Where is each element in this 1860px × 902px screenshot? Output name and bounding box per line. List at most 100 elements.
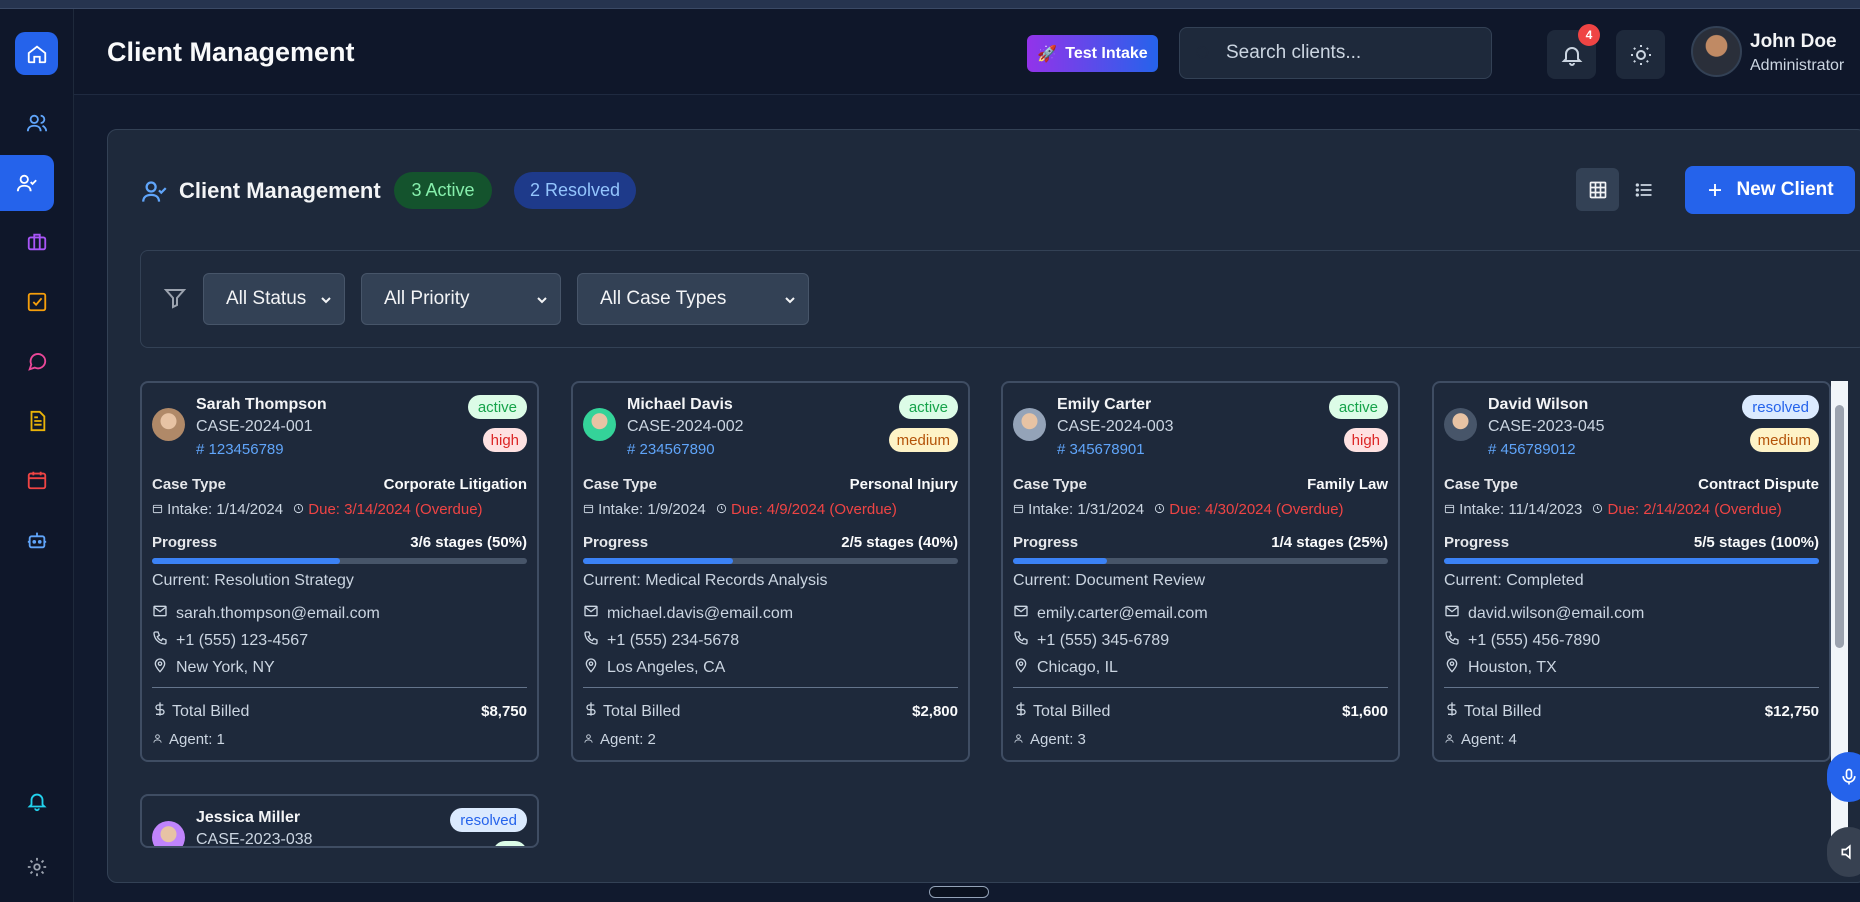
- total-billed-text: Total Billed: [1033, 702, 1111, 720]
- map-pin-icon: [1444, 657, 1460, 678]
- client-card[interactable]: Emily Carter CASE-2024-003 active # 3456789…: [1001, 381, 1400, 762]
- agent-row: Agent: 3: [1013, 731, 1086, 748]
- sidebar-item-tasks[interactable]: [0, 274, 74, 330]
- phone-row[interactable]: +1 (555) 456-7890: [1444, 630, 1600, 651]
- progress-bar: [583, 558, 958, 564]
- status-filter-select[interactable]: All Status: [203, 273, 345, 325]
- audio-button[interactable]: [1827, 827, 1860, 877]
- client-name[interactable]: Michael Davis: [627, 396, 733, 414]
- agent-value: Agent: 4: [1461, 731, 1517, 748]
- active-count-badge: 3 Active: [394, 172, 492, 209]
- theme-toggle-button[interactable]: [1616, 30, 1665, 79]
- users-icon: [26, 114, 48, 132]
- client-name[interactable]: Jessica Miller: [196, 809, 300, 827]
- client-card[interactable]: Michael Davis CASE-2024-002 active # 234567…: [571, 381, 970, 762]
- client-name[interactable]: Emily Carter: [1057, 396, 1151, 414]
- message-icon: [28, 353, 47, 371]
- client-card[interactable]: Sarah Thompson CASE-2024-001 active # 12345…: [140, 381, 539, 762]
- phone-icon: [1444, 630, 1460, 651]
- new-client-button[interactable]: New Client: [1685, 166, 1855, 214]
- sidebar-item-notifications[interactable]: [0, 773, 74, 829]
- home-indicator: [929, 886, 989, 898]
- notifications-button[interactable]: 4: [1547, 24, 1600, 79]
- user-check-icon: [142, 181, 167, 202]
- due-date-text: Due: 2/14/2024 (Overdue): [1607, 501, 1782, 518]
- priority-filter-select[interactable]: All Priority: [361, 273, 561, 325]
- intake-date: Intake: 11/14/2023: [1444, 501, 1582, 518]
- intake-date-text: Intake: 1/31/2024: [1028, 501, 1145, 518]
- calendar-icon: [583, 501, 594, 518]
- test-intake-button[interactable]: 🚀 Test Intake: [1027, 35, 1158, 72]
- client-id: # 456789012: [1488, 441, 1576, 458]
- intake-date: Intake: 1/31/2024: [1013, 501, 1144, 518]
- client-card[interactable]: Jessica Miller CASE-2023-038 resolved: [140, 794, 539, 848]
- progress-fill: [1444, 558, 1819, 564]
- priority-badge: [493, 841, 527, 846]
- client-name[interactable]: Sarah Thompson: [196, 396, 327, 414]
- client-avatar: [152, 408, 185, 441]
- phone-row[interactable]: +1 (555) 123-4567: [152, 630, 308, 651]
- client-location: Houston, TX: [1468, 658, 1557, 676]
- location-row: Los Angeles, CA: [583, 657, 725, 678]
- clock-icon: [1592, 501, 1603, 518]
- client-location: Los Angeles, CA: [607, 658, 726, 676]
- email-row[interactable]: david.wilson@email.com: [1444, 603, 1644, 624]
- client-name[interactable]: David Wilson: [1488, 396, 1588, 414]
- intake-date-text: Intake: 1/9/2024: [598, 501, 706, 518]
- search-box[interactable]: [1179, 27, 1492, 79]
- sidebar-item-calendar[interactable]: [0, 452, 74, 508]
- case-type-filter-select[interactable]: All Case Types: [577, 273, 809, 325]
- search-input[interactable]: [1226, 42, 1466, 64]
- bot-icon: [27, 532, 47, 549]
- chevron-down-icon: [537, 297, 547, 304]
- sidebar-item-ai-assistant[interactable]: [0, 512, 74, 568]
- status-badge: active: [467, 395, 527, 419]
- speaker-icon: [1841, 844, 1851, 860]
- client-email: david.wilson@email.com: [1468, 604, 1645, 622]
- case-number: CASE-2023-038: [196, 831, 313, 848]
- progress-label: Progress: [583, 534, 649, 551]
- case-type-label: Case Type: [583, 476, 657, 493]
- clock-icon: [716, 501, 727, 518]
- priority-badge: high: [482, 428, 527, 452]
- priority-badge: medium: [888, 428, 958, 452]
- agent-row: Agent: 2: [583, 731, 656, 748]
- client-card[interactable]: David Wilson CASE-2023-045 resolved # 45678…: [1432, 381, 1831, 762]
- user-avatar[interactable]: [1691, 26, 1742, 77]
- email-row[interactable]: sarah.thompson@email.com: [152, 603, 380, 624]
- sun-icon: [1630, 44, 1651, 65]
- client-phone: +1 (555) 234-5678: [607, 631, 740, 649]
- voice-input-button[interactable]: [1827, 752, 1860, 802]
- status-badge: resolved: [1742, 395, 1819, 419]
- location-row: New York, NY: [152, 657, 275, 678]
- status-badge: active: [898, 395, 958, 419]
- progress-value: 5/5 stages (100%): [1693, 534, 1819, 551]
- email-row[interactable]: michael.davis@email.com: [583, 603, 793, 624]
- progress-fill: [1013, 558, 1107, 564]
- total-billed-text: Total Billed: [1464, 702, 1542, 720]
- priority-badge: medium: [1749, 428, 1819, 452]
- sidebar-item-settings[interactable]: [0, 839, 74, 895]
- email-row[interactable]: emily.carter@email.com: [1013, 603, 1208, 624]
- location-row: Chicago, IL: [1013, 657, 1118, 678]
- client-location: Chicago, IL: [1037, 658, 1118, 676]
- phone-row[interactable]: +1 (555) 345-6789: [1013, 630, 1169, 651]
- case-type-value: Personal Injury: [849, 476, 958, 493]
- sidebar-item-users[interactable]: [0, 95, 74, 151]
- sidebar-item-home[interactable]: [15, 32, 58, 75]
- grid-view-button[interactable]: [1576, 168, 1619, 211]
- sidebar-item-clients[interactable]: [0, 155, 54, 211]
- current-stage: Current: Document Review: [1013, 572, 1206, 589]
- phone-icon: [152, 630, 168, 651]
- due-date-text: Due: 4/9/2024 (Overdue): [730, 501, 897, 518]
- sidebar-item-documents[interactable]: [0, 393, 74, 449]
- window-top-bar: [0, 0, 1860, 9]
- scrollbar-thumb[interactable]: [1835, 405, 1844, 648]
- agent-row: Agent: 1: [152, 731, 225, 748]
- sidebar-item-messages[interactable]: [0, 333, 74, 389]
- phone-row[interactable]: +1 (555) 234-5678: [583, 630, 739, 651]
- document-icon: [30, 410, 46, 432]
- current-stage: Current: Resolution Strategy: [152, 572, 354, 589]
- sidebar-item-cases[interactable]: [0, 214, 74, 270]
- list-view-button[interactable]: [1622, 168, 1665, 211]
